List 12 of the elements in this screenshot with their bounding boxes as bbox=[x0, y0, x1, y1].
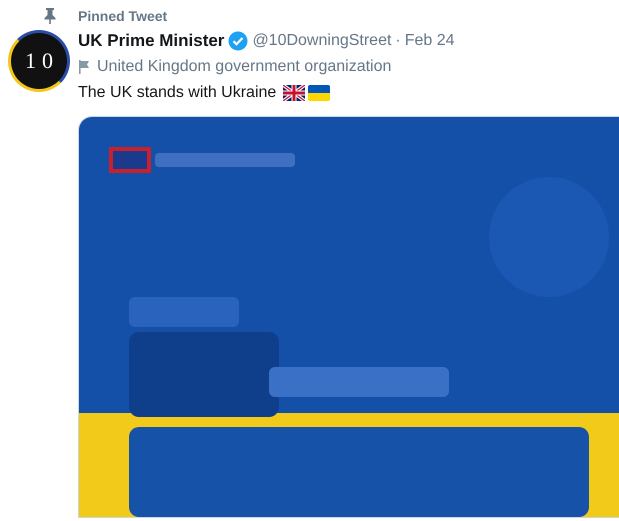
display-name[interactable]: UK Prime Minister bbox=[78, 31, 224, 51]
uk-flag-icon bbox=[283, 85, 306, 101]
pin-icon bbox=[44, 8, 56, 24]
flag-icon bbox=[78, 60, 90, 74]
tweet-text: The UK stands with Ukraine bbox=[78, 84, 276, 102]
user-handle[interactable]: @10DowningStreet bbox=[252, 32, 392, 50]
ukraine-flag-icon bbox=[308, 85, 330, 101]
avatar[interactable]: 10 bbox=[8, 30, 70, 92]
separator-dot: · bbox=[395, 32, 401, 50]
pinned-label: Pinned Tweet bbox=[78, 8, 168, 24]
tweet-date[interactable]: Feb 24 bbox=[404, 32, 455, 50]
account-label: United Kingdom government organization bbox=[97, 58, 392, 76]
